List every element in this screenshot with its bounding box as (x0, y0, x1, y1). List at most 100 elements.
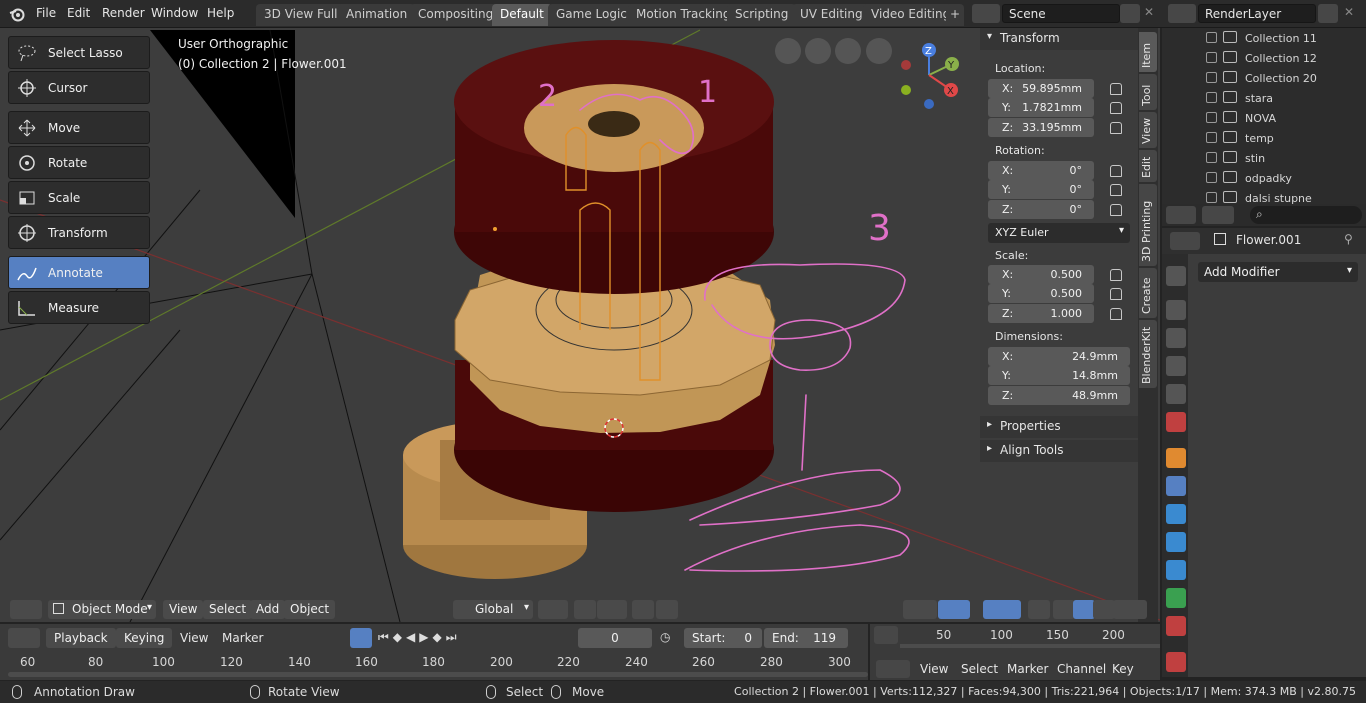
outliner-search-input[interactable]: ⌕ (1250, 206, 1362, 224)
menu-key[interactable]: Key (1112, 662, 1134, 676)
pan-hand-icon[interactable] (835, 38, 861, 64)
tab-create[interactable]: Create (1139, 268, 1157, 318)
graph-scrollbar[interactable] (900, 644, 1160, 648)
tab-blenderkit[interactable]: BlenderKit (1139, 320, 1157, 388)
tool-select-lasso[interactable]: Select Lasso (8, 36, 150, 69)
lock-icon[interactable] (1110, 269, 1122, 281)
camera-view-icon[interactable] (805, 38, 831, 64)
rotation-y-field[interactable]: Y: 0° (988, 180, 1094, 199)
menu-help[interactable]: Help (207, 6, 234, 20)
align-tools-panel-header[interactable]: ▸ Align Tools (980, 440, 1138, 462)
list-item[interactable]: Collection 11 (1162, 28, 1366, 48)
lock-icon[interactable] (1110, 288, 1122, 300)
add-modifier-select[interactable]: Add Modifier ▾ (1198, 262, 1358, 282)
list-item[interactable]: stin (1162, 148, 1366, 168)
tab-scripting[interactable]: Scripting (727, 4, 797, 26)
checkbox-icon[interactable] (1206, 132, 1217, 143)
editor-type-icon[interactable] (876, 660, 910, 678)
list-item[interactable]: temp (1162, 128, 1366, 148)
tool-measure[interactable]: Measure (8, 291, 150, 324)
rendered-shading-icon[interactable] (1113, 600, 1147, 619)
current-frame-field[interactable]: 0 (578, 628, 652, 648)
checkbox-icon[interactable] (1206, 112, 1217, 123)
tab-3d-printing[interactable]: 3D Printing (1139, 184, 1157, 266)
scale-y-field[interactable]: Y: 0.500 (988, 284, 1094, 303)
checkbox-icon[interactable] (1206, 172, 1217, 183)
tab-view[interactable]: View (1139, 112, 1157, 148)
checkbox-icon[interactable] (1206, 92, 1217, 103)
timeline-scrollbar[interactable] (8, 672, 868, 677)
modifier-wrench-icon[interactable] (1166, 476, 1186, 496)
grid-view-icon[interactable] (775, 38, 801, 64)
blender-logo-icon[interactable] (8, 5, 26, 23)
list-item[interactable]: odpadky (1162, 168, 1366, 188)
new-render-layer-icon[interactable] (1318, 4, 1338, 23)
transform-panel-header[interactable]: ▾ Transform (980, 28, 1138, 50)
output-icon[interactable] (1166, 328, 1186, 348)
rotation-mode-select[interactable]: XYZ Euler ▾ (988, 223, 1130, 243)
render-layer-browse-icon[interactable] (1168, 4, 1196, 23)
list-item[interactable]: stara (1162, 88, 1366, 108)
dimensions-x-field[interactable]: X: 24.9mm (988, 347, 1130, 366)
lock-icon[interactable] (1110, 184, 1122, 196)
menu-file[interactable]: File (36, 6, 56, 20)
menu-add[interactable]: Add (250, 600, 286, 619)
physics-icon[interactable] (1166, 532, 1186, 552)
list-item[interactable]: dalsi stupne (1162, 188, 1366, 204)
location-y-field[interactable]: Y: 1.7821mm (988, 98, 1094, 117)
tool-scale[interactable]: Scale (8, 181, 150, 214)
tab-item[interactable]: Item (1139, 32, 1157, 72)
rotation-x-field[interactable]: X: 0° (988, 161, 1094, 180)
tab-default[interactable]: Default (492, 4, 552, 26)
editor-type-icon[interactable] (10, 600, 42, 619)
lock-icon[interactable] (1110, 102, 1122, 114)
new-scene-icon[interactable] (1120, 4, 1140, 23)
pivot-point-icon[interactable] (538, 600, 568, 619)
properties-panel-header[interactable]: ▸ Properties (980, 416, 1138, 438)
tab-game-logic[interactable]: Game Logic (548, 4, 635, 26)
tab-animation[interactable]: Animation (338, 4, 416, 26)
dimensions-z-field[interactable]: Z: 48.9mm (988, 386, 1130, 405)
scene-icon[interactable] (1166, 384, 1186, 404)
data-icon[interactable] (1166, 588, 1186, 608)
search-icon[interactable] (874, 626, 898, 644)
lock-icon[interactable] (1110, 122, 1122, 134)
menu-marker[interactable]: Marker (1007, 662, 1048, 676)
menu-playback[interactable]: Playback (46, 628, 116, 648)
location-z-field[interactable]: Z: 33.195mm (988, 118, 1094, 137)
object-properties-icon[interactable] (1166, 448, 1186, 468)
lock-icon[interactable] (1110, 308, 1122, 320)
lock-icon[interactable] (1110, 165, 1122, 177)
menu-render[interactable]: Render (102, 6, 145, 20)
editor-type-icon[interactable] (1170, 232, 1200, 250)
render-icon[interactable] (1166, 300, 1186, 320)
object-mode-select[interactable]: Object Mode ▾ (48, 600, 156, 619)
checkbox-icon[interactable] (1206, 72, 1217, 83)
tool-move[interactable]: Move (8, 111, 150, 144)
tab-uv-editing[interactable]: UV Editing (792, 4, 871, 26)
menu-view[interactable]: View (163, 600, 204, 619)
tool-cursor[interactable]: Cursor (8, 71, 150, 104)
material-shading-icon[interactable] (1093, 600, 1115, 619)
pin-icon[interactable]: ⚲ (1344, 232, 1353, 246)
visibility-icon[interactable] (903, 600, 937, 619)
dimensions-y-field[interactable]: Y: 14.8mm (988, 366, 1130, 385)
menu-marker[interactable]: Marker (222, 631, 263, 645)
xray-icon[interactable] (1028, 600, 1050, 619)
constraints-icon[interactable] (1166, 560, 1186, 580)
scene-browse-icon[interactable] (972, 4, 1000, 23)
tab-compositing[interactable]: Compositing (410, 4, 502, 26)
menu-keying[interactable]: Keying (116, 628, 173, 648)
solid-shading-icon[interactable] (1073, 600, 1095, 619)
wireframe-shading-icon[interactable] (1053, 600, 1075, 619)
checkbox-icon[interactable] (1206, 52, 1217, 63)
zoom-icon[interactable] (866, 38, 892, 64)
texture-icon[interactable] (1166, 652, 1186, 672)
lock-icon[interactable] (1110, 204, 1122, 216)
list-item[interactable]: Collection 20 (1162, 68, 1366, 88)
menu-object[interactable]: Object (284, 600, 336, 619)
checkbox-icon[interactable] (1206, 32, 1217, 43)
lock-icon[interactable] (1110, 83, 1122, 95)
tool-settings-icon[interactable] (1166, 266, 1186, 286)
menu-view[interactable]: View (920, 662, 948, 676)
